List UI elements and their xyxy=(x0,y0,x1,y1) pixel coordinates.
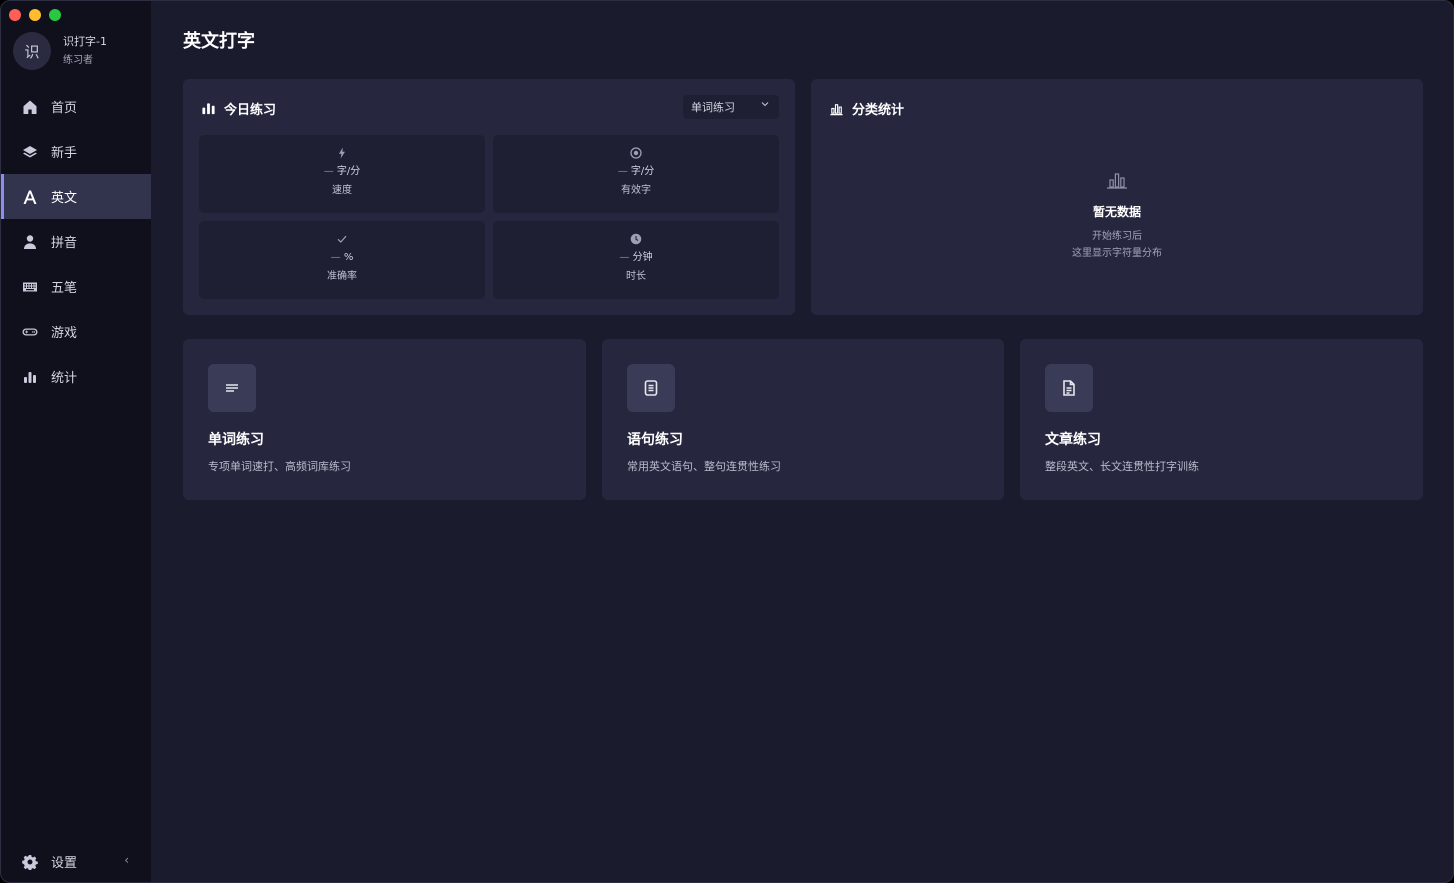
stat-duration-label: 时长 xyxy=(626,271,646,282)
close-window-button[interactable] xyxy=(9,9,21,21)
sidebar-nav: 首页 新手 英文 拼音 五笔 游戏 统计 xyxy=(1,84,151,399)
sidebar-item-label: 统计 xyxy=(51,371,78,386)
collapse-sidebar-button[interactable]: ‹ xyxy=(124,853,129,867)
sidebar-item-beginner[interactable]: 新手 xyxy=(1,129,151,174)
document-icon xyxy=(1063,380,1075,396)
minimize-window-button[interactable] xyxy=(29,9,41,21)
letter-a-icon xyxy=(23,190,37,204)
empty-state-line-2: 这里显示字符量分布 xyxy=(1072,248,1162,259)
sidebar-item-label: 拼音 xyxy=(51,236,78,251)
sidebar-item-statistics[interactable]: 统计 xyxy=(1,354,151,399)
stat-duration-value: — xyxy=(619,252,630,263)
maximize-window-button[interactable] xyxy=(49,9,61,21)
today-practice-header: 今日练习 xyxy=(201,99,276,118)
card-description: 常用英文语句、整句连贯性练习 xyxy=(627,460,781,473)
stat-speed: — 字/分 速度 xyxy=(199,135,485,213)
chart-outline-icon xyxy=(830,104,843,116)
stat-accuracy: — % 准确率 xyxy=(199,221,485,299)
sidebar: 识 识打字-1 练习者 首页 新手 英文 拼音 五笔 游戏 统计 设置 ‹ xyxy=(1,1,151,882)
main-content: 英文打字 今日练习 单词练习 — 字/分 速度 — 字/分 有效字 — % 准确… xyxy=(151,1,1453,882)
gear-icon xyxy=(22,854,38,870)
card-description: 整段英文、长文连贯性打字训练 xyxy=(1045,460,1199,473)
card-title: 文章练习 xyxy=(1045,432,1101,448)
sidebar-item-label: 游戏 xyxy=(51,326,78,341)
note-icon xyxy=(644,380,658,396)
target-icon xyxy=(630,147,642,159)
chevron-down-icon xyxy=(761,102,769,107)
sentence-practice-card[interactable]: 语句练习 常用英文语句、整句连贯性练习 xyxy=(602,339,1004,500)
today-stats-grid: — 字/分 速度 — 字/分 有效字 — % 准确率 — 分钟 时长 xyxy=(199,135,779,299)
category-stats-header: 分类统计 xyxy=(829,99,904,118)
sidebar-item-label: 首页 xyxy=(51,101,78,116)
category-stats-panel: 分类统计 暂无数据 开始练习后 这里显示字符量分布 xyxy=(811,79,1423,315)
lightning-icon xyxy=(339,147,345,159)
card-description: 专项单词速打、高频词库练习 xyxy=(208,460,351,473)
user-icon xyxy=(24,234,36,249)
window-controls xyxy=(9,9,61,21)
sidebar-item-home[interactable]: 首页 xyxy=(1,84,151,129)
stat-accuracy-label: 准确率 xyxy=(327,271,357,282)
sidebar-item-english[interactable]: 英文 xyxy=(1,174,151,219)
card-title: 语句练习 xyxy=(627,432,683,448)
empty-state: 暂无数据 开始练习后 这里显示字符量分布 xyxy=(811,171,1423,262)
lines-icon xyxy=(226,384,238,392)
page-title: 英文打字 xyxy=(183,31,255,52)
practice-type-select[interactable]: 单词练习 xyxy=(683,95,779,119)
home-icon xyxy=(23,100,37,114)
sidebar-item-label: 五笔 xyxy=(51,281,78,296)
stat-effective-unit: 字/分 xyxy=(630,166,655,177)
keyboard-icon xyxy=(23,282,37,291)
stat-speed-label: 速度 xyxy=(332,185,352,196)
settings-label: 设置 xyxy=(51,856,78,871)
sidebar-item-label: 新手 xyxy=(51,146,78,161)
sidebar-item-settings[interactable]: 设置 ‹ xyxy=(1,839,151,882)
user-name: 识打字-1 xyxy=(63,34,107,48)
word-practice-card[interactable]: 单词练习 专项单词速打、高频词库练习 xyxy=(183,339,586,500)
card-title: 单词练习 xyxy=(208,432,264,448)
user-profile[interactable]: 识 识打字-1 练习者 xyxy=(13,32,107,70)
avatar: 识 xyxy=(13,32,51,70)
clock-icon xyxy=(630,233,642,245)
stat-effective-chars: — 字/分 有效字 xyxy=(493,135,779,213)
category-stats-title: 分类统计 xyxy=(852,103,905,118)
empty-chart-icon xyxy=(1107,173,1127,189)
stat-duration: — 分钟 时长 xyxy=(493,221,779,299)
gamepad-icon xyxy=(22,328,38,335)
stat-speed-value: — xyxy=(323,166,334,177)
article-practice-card[interactable]: 文章练习 整段英文、长文连贯性打字训练 xyxy=(1020,339,1423,500)
layers-icon xyxy=(23,145,37,157)
today-practice-panel: 今日练习 单词练习 — 字/分 速度 — 字/分 有效字 — % 准确率 — 分… xyxy=(183,79,795,315)
stat-speed-unit: 字/分 xyxy=(336,166,361,177)
sidebar-item-pinyin[interactable]: 拼音 xyxy=(1,219,151,264)
stat-effective-label: 有效字 xyxy=(621,185,651,196)
app-window: 识 识打字-1 练习者 首页 新手 英文 拼音 五笔 游戏 统计 设置 ‹ 英文… xyxy=(0,0,1454,883)
bar-chart-icon xyxy=(202,103,215,115)
stat-accuracy-value: — xyxy=(330,252,341,263)
stat-effective-value: — xyxy=(617,166,628,177)
check-icon xyxy=(337,235,347,243)
practice-type-value: 单词练习 xyxy=(691,101,735,114)
empty-state-title: 暂无数据 xyxy=(1092,205,1141,219)
sidebar-item-games[interactable]: 游戏 xyxy=(1,309,151,354)
stat-duration-unit: 分钟 xyxy=(632,252,653,263)
today-practice-title: 今日练习 xyxy=(224,103,277,118)
sidebar-item-wubi[interactable]: 五笔 xyxy=(1,264,151,309)
bar-chart-icon xyxy=(24,371,36,383)
empty-state-line-1: 开始练习后 xyxy=(1092,231,1142,242)
user-role: 练习者 xyxy=(63,54,93,66)
sidebar-item-label: 英文 xyxy=(51,191,78,206)
stat-accuracy-unit: % xyxy=(343,252,354,263)
